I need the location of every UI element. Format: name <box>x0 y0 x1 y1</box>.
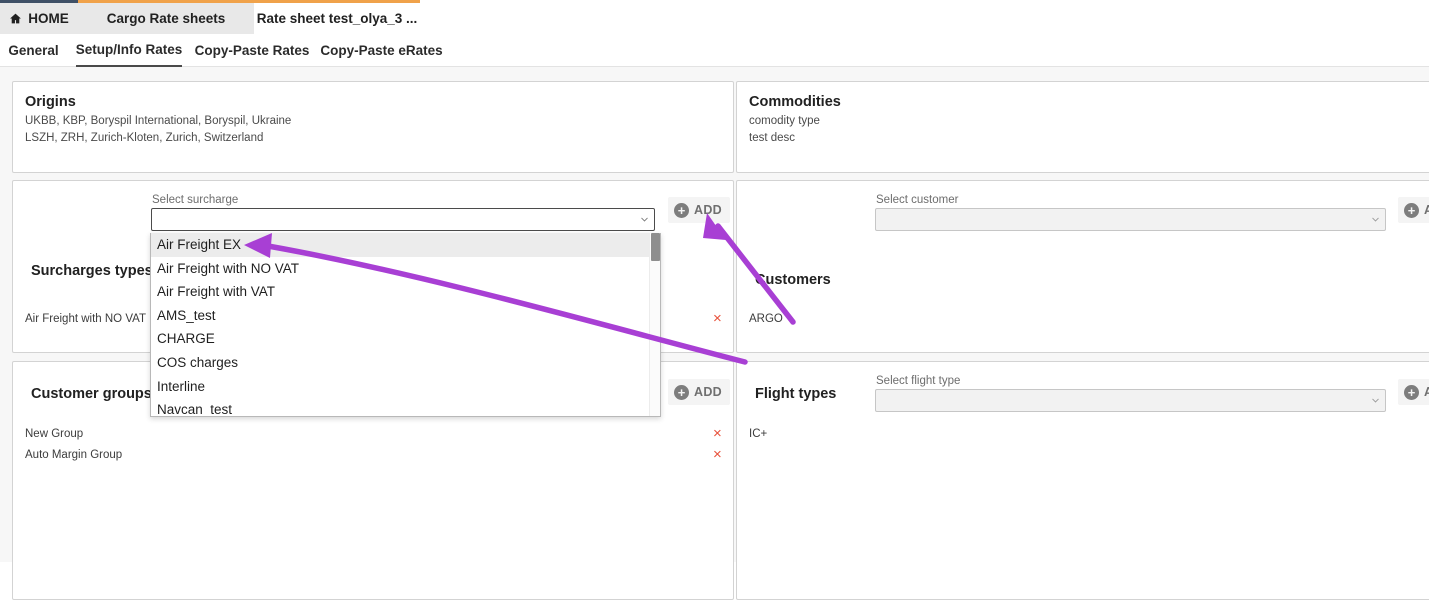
dropdown-option-air-freight-ex[interactable]: Air Freight EX <box>151 233 649 257</box>
home-icon <box>9 12 22 25</box>
panel-commodities: Commodities comodity type test desc <box>736 81 1429 173</box>
subtab-general-label: General <box>8 43 58 58</box>
tab-cargo-rate-sheets[interactable]: Cargo Rate sheets <box>78 0 254 34</box>
dropdown-option-interline[interactable]: Interline <box>151 375 649 399</box>
add-flight-type-button[interactable]: + ADD <box>1398 379 1429 405</box>
subtab-general[interactable]: General <box>10 34 57 67</box>
dropdown-option-cos-charges[interactable]: COS charges <box>151 351 649 375</box>
flight-type-row-label: IC+ <box>749 428 767 440</box>
delete-customer-group-icon-1[interactable]: × <box>713 426 722 441</box>
origins-line-1: UKBB, KBP, Boryspil International, Borys… <box>25 115 291 127</box>
delete-customer-group-icon-2[interactable]: × <box>713 447 722 462</box>
customer-select-label: Select customer <box>876 194 958 206</box>
origins-line-2: LSZH, ZRH, Zurich-Kloten, Zurich, Switze… <box>25 132 263 144</box>
sub-navigation: General Setup/Info Rates Copy-Paste Rate… <box>0 34 1429 67</box>
dropdown-option-charge[interactable]: CHARGE <box>151 327 649 351</box>
surcharge-select-label: Select surcharge <box>152 194 238 206</box>
add-surcharge-button[interactable]: + ADD <box>668 197 730 223</box>
tab-home[interactable]: HOME <box>0 0 78 34</box>
panel-commodities-title: Commodities <box>749 94 841 110</box>
surcharge-row-label: Air Freight with NO VAT <box>25 313 146 325</box>
browser-tab-strip: HOME Cargo Rate sheets Rate sheet test_o… <box>0 0 1429 34</box>
plus-circle-icon: + <box>674 385 689 400</box>
add-customer-button-label: ADD <box>1424 203 1429 217</box>
flight-type-select[interactable] <box>875 389 1386 412</box>
add-flight-type-button-label: ADD <box>1424 385 1429 399</box>
subtab-copy-paste-rates[interactable]: Copy-Paste Rates <box>196 34 308 67</box>
tab-rate-sheet-active[interactable]: Rate sheet test_olya_3 ... <box>254 0 420 34</box>
chevron-down-icon <box>1371 214 1380 223</box>
panel-origins: Origins UKBB, KBP, Boryspil Internationa… <box>12 81 734 173</box>
customer-group-row-label-1: New Group <box>25 428 83 440</box>
chevron-down-icon <box>640 214 649 223</box>
customer-group-row-label-2: Auto Margin Group <box>25 449 122 461</box>
tab-home-label: HOME <box>28 11 69 26</box>
dropdown-option-air-freight-with-no-vat[interactable]: Air Freight with NO VAT <box>151 257 649 281</box>
dropdown-option-air-freight-with-vat[interactable]: Air Freight with VAT <box>151 280 649 304</box>
tab-cargo-rate-sheets-label: Cargo Rate sheets <box>107 11 226 26</box>
customer-row-label: ARGO <box>749 313 783 325</box>
delete-surcharge-icon[interactable]: × <box>713 311 722 326</box>
plus-circle-icon: + <box>1404 385 1419 400</box>
panel-surcharges-title: Surcharges types <box>31 263 153 279</box>
surcharge-dropdown-list[interactable]: Air Freight EX Air Freight with NO VAT A… <box>150 233 661 417</box>
add-customer-group-button[interactable]: + ADD <box>668 379 730 405</box>
surcharge-select[interactable] <box>151 208 655 231</box>
panel-flight-types: Flight types Select flight type + ADD IC… <box>736 361 1429 600</box>
plus-circle-icon: + <box>674 203 689 218</box>
dropdown-scrollbar[interactable] <box>649 233 660 416</box>
subtab-copy-paste-erates[interactable]: Copy-Paste eRates <box>320 34 443 67</box>
add-customer-group-button-label: ADD <box>694 385 722 399</box>
tab-rate-sheet-label: Rate sheet test_olya_3 ... <box>257 11 418 26</box>
subtab-copy-paste-rates-label: Copy-Paste Rates <box>195 43 310 58</box>
subtab-setup-info-rates[interactable]: Setup/Info Rates <box>76 34 182 67</box>
panel-customers-title: Customers <box>755 272 831 288</box>
commodities-line-1: comodity type <box>749 115 820 127</box>
flight-type-select-label: Select flight type <box>876 375 960 387</box>
panel-origins-title: Origins <box>25 94 76 110</box>
panel-customers: Customers Select customer + ADD ARGO <box>736 180 1429 353</box>
dropdown-option-navcan-test[interactable]: Navcan_test <box>151 398 649 417</box>
chevron-down-icon <box>1371 395 1380 404</box>
surcharge-dropdown-options: Air Freight EX Air Freight with NO VAT A… <box>151 233 649 416</box>
dropdown-scrollbar-thumb[interactable] <box>651 233 660 261</box>
dropdown-option-ams-test[interactable]: AMS_test <box>151 304 649 328</box>
plus-circle-icon: + <box>1404 203 1419 218</box>
subtab-copy-paste-erates-label: Copy-Paste eRates <box>320 43 442 58</box>
tab-strip-filler <box>420 0 1429 34</box>
subtab-setup-info-rates-label: Setup/Info Rates <box>76 42 183 57</box>
add-surcharge-button-label: ADD <box>694 203 722 217</box>
panel-flight-types-title: Flight types <box>755 386 836 402</box>
customer-select[interactable] <box>875 208 1386 231</box>
panel-customer-groups-title: Customer groups <box>31 386 152 402</box>
commodities-line-2: test desc <box>749 132 795 144</box>
add-customer-button[interactable]: + ADD <box>1398 197 1429 223</box>
